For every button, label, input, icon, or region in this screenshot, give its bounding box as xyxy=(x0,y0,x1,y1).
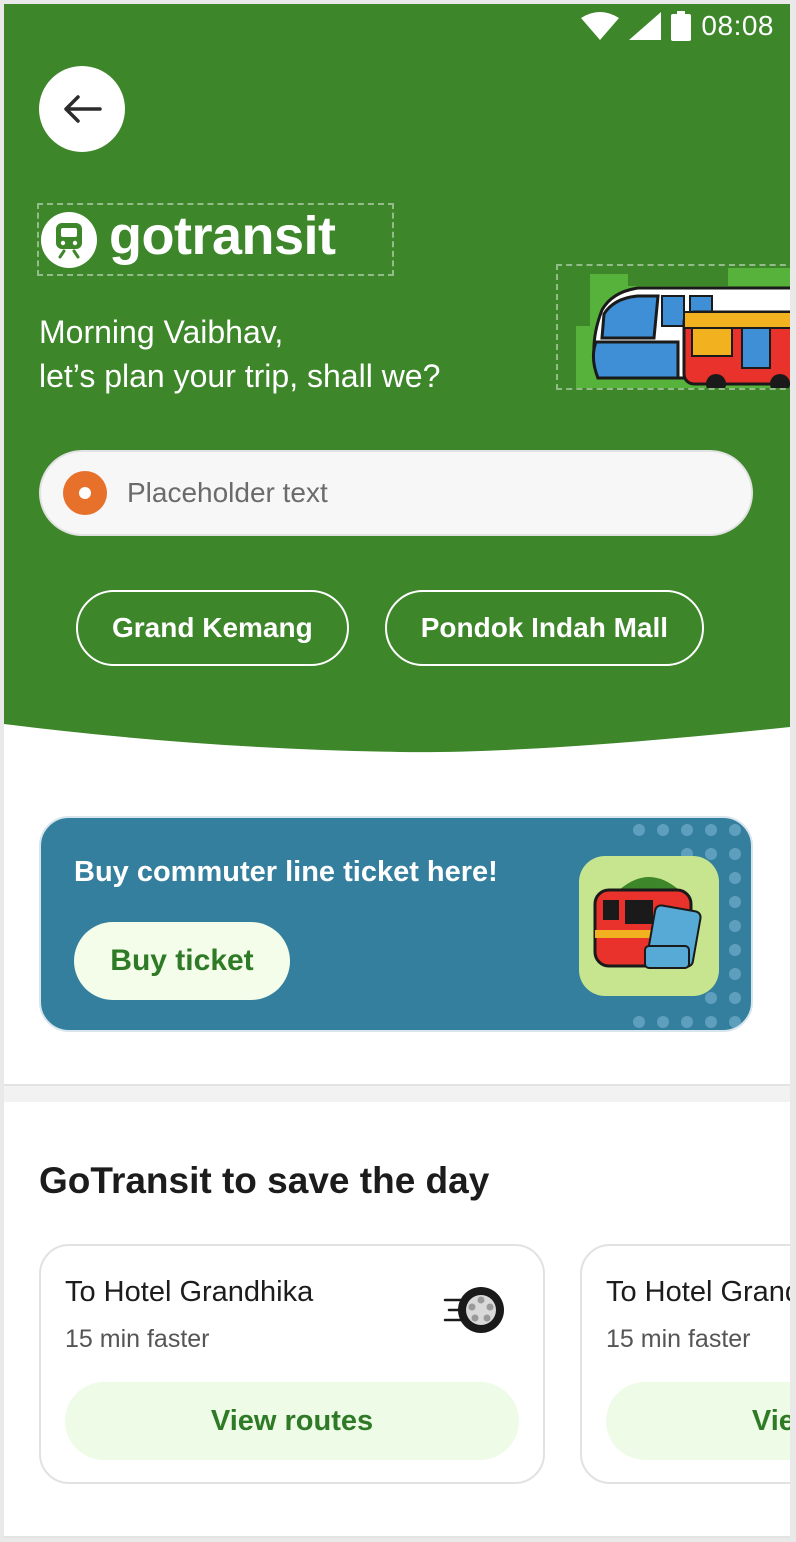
route-card-subtitle: 15 min faster xyxy=(65,1325,210,1353)
app-screen: 08:08 gotransit Morning Vaibhav, let’s p… xyxy=(4,4,790,1538)
transit-illustration xyxy=(556,264,790,390)
gotransit-logo: gotransit xyxy=(37,203,394,276)
greeting: Morning Vaibhav, let’s plan your trip, s… xyxy=(39,310,440,398)
logo-wordmark: gotransit xyxy=(109,205,336,266)
promo-banner[interactable]: Buy commuter line ticket here! Buy ticke… xyxy=(39,816,753,1032)
bottom-divider xyxy=(4,1536,790,1538)
quick-destinations: Grand Kemang Pondok Indah Mall xyxy=(76,590,705,666)
buy-ticket-button[interactable]: Buy ticket xyxy=(74,922,290,1000)
wifi-icon xyxy=(581,12,620,40)
route-card-title: To Hotel Grandhika xyxy=(606,1276,790,1308)
route-card-subtitle: 15 min faster xyxy=(606,1325,751,1353)
status-time: 08:08 xyxy=(701,10,774,41)
view-routes-button[interactable]: View routes xyxy=(606,1382,790,1460)
train-icon xyxy=(41,211,97,268)
view-routes-button[interactable]: View routes xyxy=(65,1382,519,1460)
status-bar: 08:08 xyxy=(581,4,774,48)
origin-dot-icon xyxy=(63,471,107,515)
ticket-train-icon xyxy=(579,856,719,996)
greeting-line-1: Morning Vaibhav, xyxy=(39,314,284,350)
wheel-icon xyxy=(443,1287,504,1333)
section-title: GoTransit to save the day xyxy=(39,1160,490,1201)
destination-chip[interactable]: Grand Kemang xyxy=(76,590,349,666)
section-divider xyxy=(4,1084,790,1102)
route-card[interactable]: To Hotel Grandhika 15 min faster View ro… xyxy=(39,1244,545,1484)
route-card-title: To Hotel Grandhika xyxy=(65,1276,314,1308)
destination-chip[interactable]: Pondok Indah Mall xyxy=(384,590,705,666)
route-card[interactable]: To Hotel Grandhika 15 min faster View ro… xyxy=(580,1244,790,1484)
greeting-line-2: let’s plan your trip, shall we? xyxy=(39,358,441,394)
banner-title: Buy commuter line ticket here! xyxy=(74,856,498,888)
arrow-left-icon xyxy=(64,95,102,123)
back-button[interactable] xyxy=(39,66,125,152)
signal-icon xyxy=(629,12,662,40)
header: 08:08 gotransit Morning Vaibhav, let’s p… xyxy=(4,4,790,764)
search-bar[interactable] xyxy=(39,450,753,536)
search-input[interactable] xyxy=(127,477,687,509)
battery-icon xyxy=(671,11,692,41)
